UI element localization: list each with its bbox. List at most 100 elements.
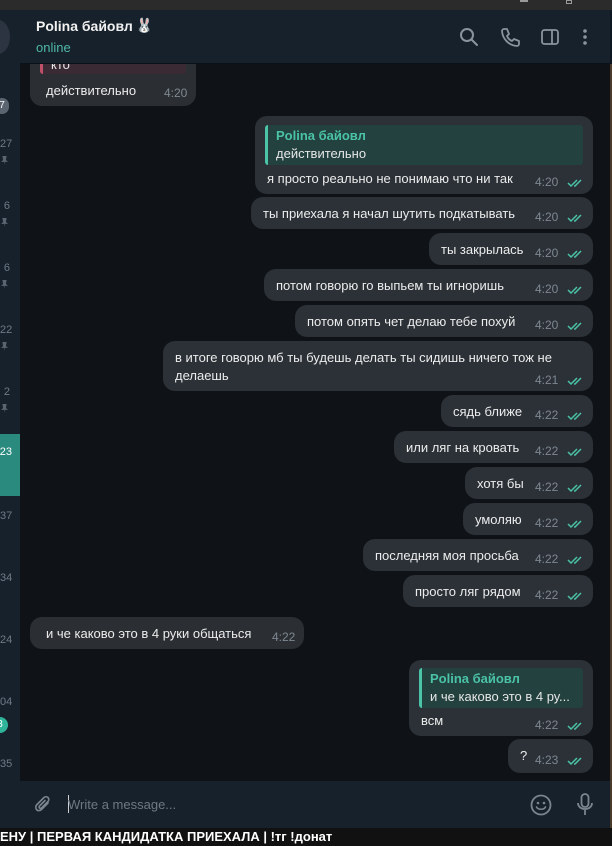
chat-time: 04 xyxy=(0,696,13,708)
sidebar-toggle-icon[interactable] xyxy=(539,26,561,48)
reply-quote[interactable]: Polina байовл и че каково это в 4 ру... xyxy=(419,668,583,708)
message-time: 4:22 xyxy=(535,444,559,458)
chat-time: 6 xyxy=(3,262,10,274)
reply-quote[interactable]: Polina байовл действительно xyxy=(265,125,583,165)
message-time: 4:20 xyxy=(535,210,559,224)
message-outgoing[interactable]: потом говорю го выпьем ты игноришь 4:20 xyxy=(264,269,593,301)
message-outgoing[interactable]: ты приехала я начал шутить подкатывать 4… xyxy=(251,197,593,229)
pin-icon xyxy=(1,156,8,165)
reply-author: Polina байовл xyxy=(276,128,366,143)
message-text: ты закрылась xyxy=(441,242,524,257)
chat-header: Polina байовл 🐰 online xyxy=(20,10,610,64)
minimize-icon[interactable] xyxy=(520,0,528,2)
message-time: 4:23 xyxy=(535,753,559,767)
message-text: умоляю xyxy=(475,512,522,527)
reply-quote[interactable]: кто xyxy=(40,64,186,74)
double-check-icon xyxy=(567,592,582,601)
chat-time: 37 xyxy=(0,510,13,522)
chat-time: 34 xyxy=(0,572,13,584)
more-vertical-icon[interactable] xyxy=(574,26,596,48)
reply-author: Polina байовл xyxy=(430,671,520,686)
message-time: 4:22 xyxy=(272,630,296,644)
double-check-icon xyxy=(567,250,582,259)
stream-ticker: ЕНУ | ПЕРВАЯ КАНДИДАТКА ПРИЕХАЛА | !тг !… xyxy=(0,828,612,846)
message-incoming[interactable]: и че каково это в 4 руки общаться 4:22 xyxy=(30,617,304,649)
unread-badge: 7 xyxy=(0,98,9,114)
message-text: потом опять чет делаю тебе похуй xyxy=(307,314,516,329)
double-check-icon xyxy=(567,448,582,457)
message-text: хотя бы xyxy=(477,476,524,491)
message-text: и че каково это в 4 руки общаться xyxy=(46,626,252,641)
message-time: 4:21 xyxy=(535,373,559,387)
message-time: 4:22 xyxy=(535,408,559,422)
message-time: 4:22 xyxy=(535,588,559,602)
message-time: 4:20 xyxy=(535,175,559,189)
contact-name-text: Polina байовл xyxy=(36,18,133,34)
message-text: ты приехала я начал шутить подкатывать xyxy=(263,206,516,221)
message-time: 4:22 xyxy=(535,718,559,732)
contact-status: online xyxy=(36,40,71,55)
message-list[interactable]: кто действительно 4:20 Polina байовл дей… xyxy=(20,64,610,781)
message-time: 4:22 xyxy=(535,516,559,530)
message-outgoing[interactable]: сядь ближе 4:22 xyxy=(441,395,593,427)
message-outgoing[interactable]: в итоге говорю мб ты будешь делать ты си… xyxy=(163,341,593,391)
message-outgoing[interactable]: потом опять чет делаю тебе похуй 4:20 xyxy=(295,305,593,337)
chat-list-item-active[interactable]: 23 xyxy=(0,434,20,496)
phone-icon[interactable] xyxy=(499,26,521,48)
attach-icon[interactable] xyxy=(32,794,54,816)
message-text: или ляг на кровать xyxy=(406,440,520,455)
message-outgoing[interactable]: Polina байовл действительно я просто реа… xyxy=(255,116,593,194)
chat-time: 2 xyxy=(3,386,10,398)
double-check-icon xyxy=(567,520,582,529)
double-check-icon xyxy=(567,377,582,386)
double-check-icon xyxy=(567,722,582,731)
double-check-icon xyxy=(567,214,582,223)
chat-time: 22 xyxy=(0,324,13,336)
message-text: просто ляг рядом xyxy=(415,584,521,599)
double-check-icon xyxy=(567,179,582,188)
message-outgoing[interactable]: ты закрылась 4:20 xyxy=(429,233,593,265)
message-text: всм xyxy=(421,713,444,728)
double-check-icon xyxy=(567,286,582,295)
microphone-icon[interactable] xyxy=(573,792,597,818)
window-top-strip xyxy=(0,0,612,10)
unread-badge: 3 xyxy=(0,717,8,733)
chat-time: 35 xyxy=(0,758,13,770)
maximize-icon[interactable] xyxy=(566,0,572,4)
message-outgoing[interactable]: последняя моя просьба 4:22 xyxy=(363,539,593,571)
contact-name[interactable]: Polina байовл 🐰 xyxy=(36,18,153,34)
message-incoming[interactable]: кто действительно 4:20 xyxy=(30,64,196,106)
search-icon[interactable] xyxy=(458,26,480,48)
message-time: 4:20 xyxy=(535,282,559,296)
message-outgoing[interactable]: умоляю 4:22 xyxy=(463,503,593,535)
double-check-icon xyxy=(567,556,582,565)
message-composer: Write a message... xyxy=(20,781,610,828)
chat-list-sidebar: 7 27 6 6 22 2 23 37 34 24 04 3 35 xyxy=(0,10,20,828)
double-check-icon xyxy=(567,412,582,421)
pin-icon xyxy=(1,280,8,289)
message-time: 4:20 xyxy=(535,318,559,332)
double-check-icon xyxy=(567,484,582,493)
double-check-icon xyxy=(567,757,582,766)
avatar[interactable] xyxy=(0,20,10,54)
message-text: я просто реально не понимаю что ни так xyxy=(267,171,513,186)
chat-time: 6 xyxy=(3,200,10,212)
message-outgoing[interactable]: хотя бы 4:22 xyxy=(465,467,593,499)
message-time: 4:20 xyxy=(164,86,188,100)
chat-time: 23 xyxy=(0,446,12,458)
message-outgoing[interactable]: Polina байовл и че каково это в 4 ру... … xyxy=(409,660,593,736)
message-text-line: в итоге говорю мб ты будешь делать ты си… xyxy=(175,350,552,365)
message-text: сядь ближе xyxy=(453,404,523,419)
message-outgoing[interactable]: или ляг на кровать 4:22 xyxy=(394,431,593,463)
message-time: 4:20 xyxy=(535,246,559,260)
message-outgoing[interactable]: ? 4:23 xyxy=(508,739,593,773)
message-time: 4:22 xyxy=(535,480,559,494)
emoji-icon[interactable] xyxy=(529,793,553,817)
message-input[interactable]: Write a message... xyxy=(68,797,176,812)
reply-text: действительно xyxy=(276,146,367,161)
pin-icon xyxy=(1,218,8,227)
chat-time: 27 xyxy=(0,138,13,150)
message-time: 4:22 xyxy=(535,552,559,566)
message-outgoing[interactable]: просто ляг рядом 4:22 xyxy=(403,575,593,607)
message-text: действительно xyxy=(46,83,137,98)
